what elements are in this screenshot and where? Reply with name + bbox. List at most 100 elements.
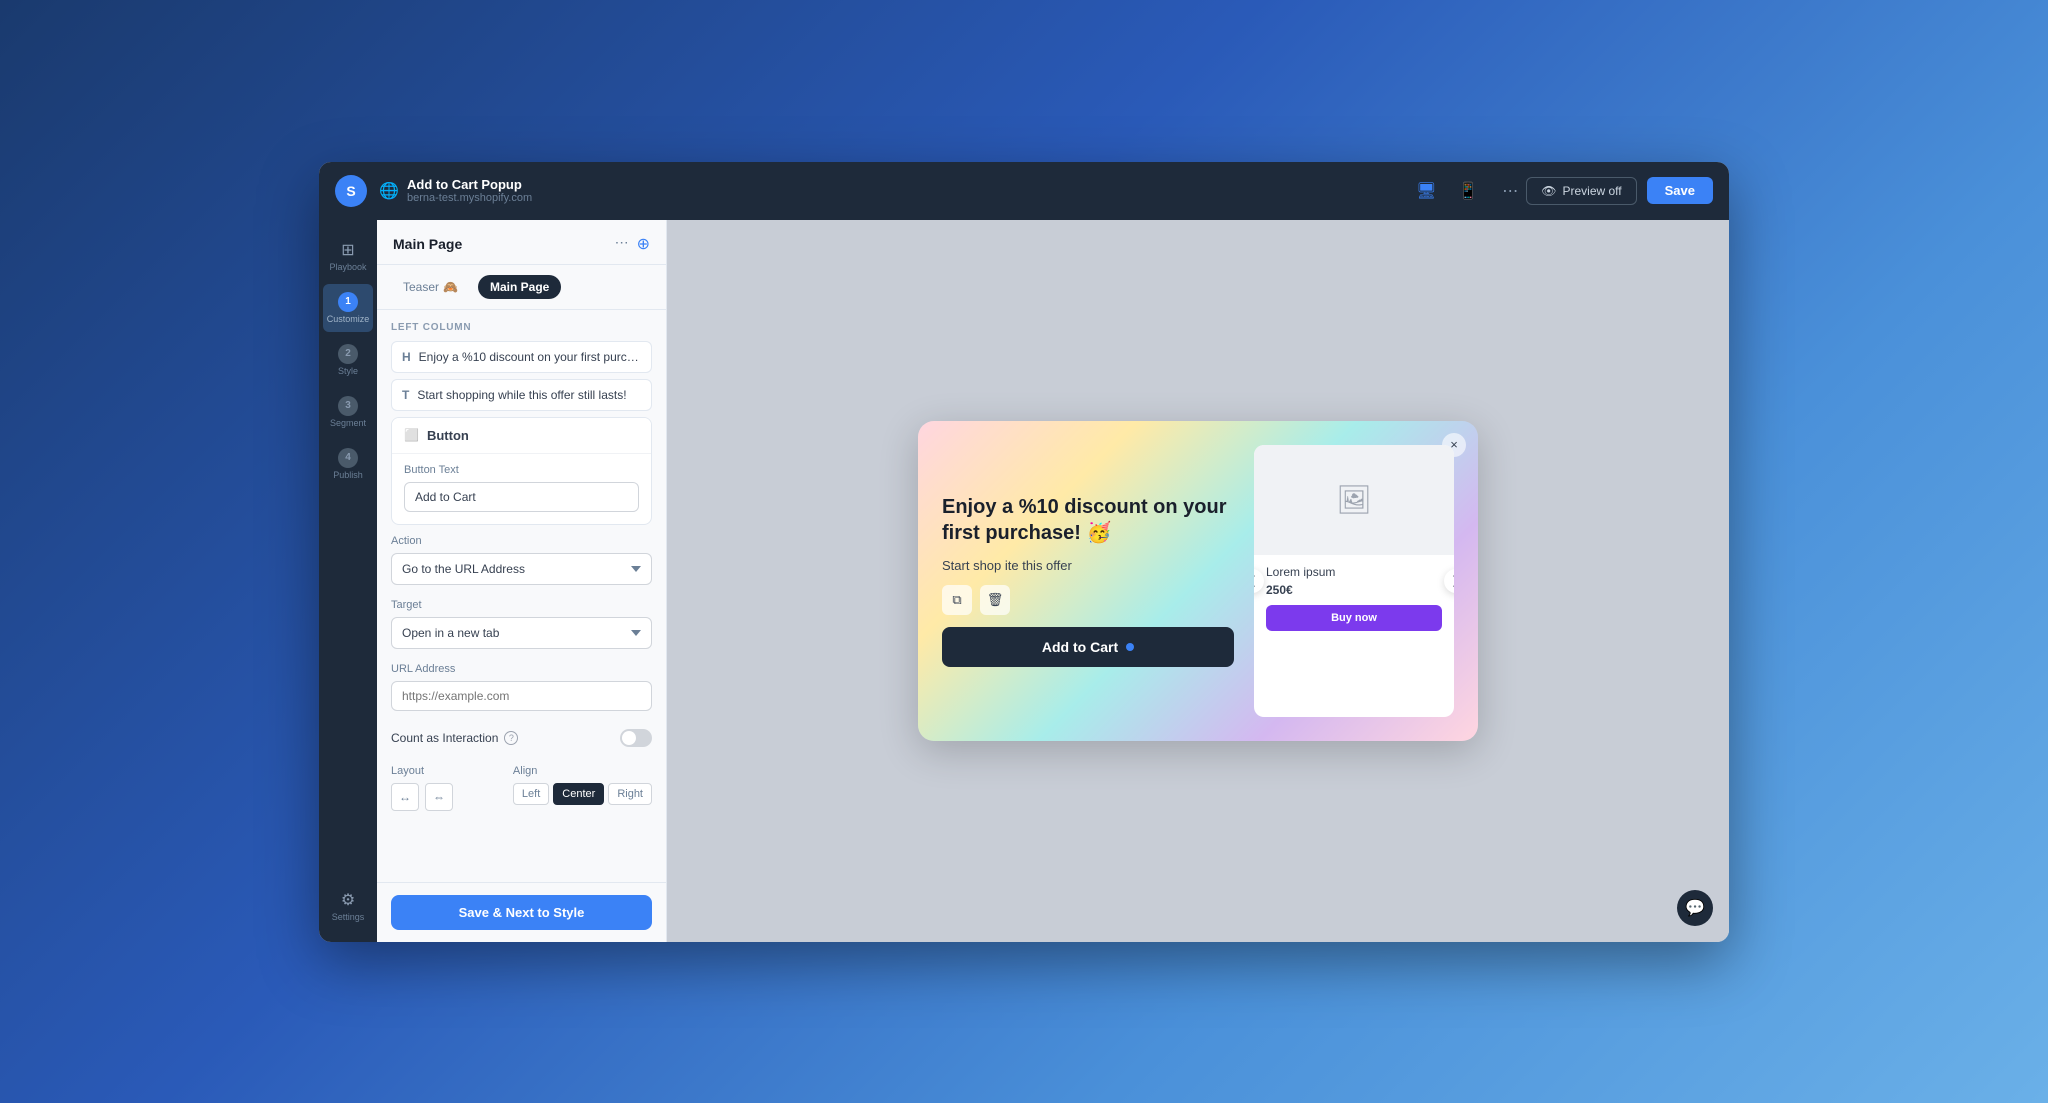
popup-right: ❮ ❯ 🖼 Lorem ipsum 250€ Buy now bbox=[1254, 445, 1454, 717]
page-title: Add to Cart Popup bbox=[407, 177, 1410, 192]
app-logo: S bbox=[335, 175, 367, 207]
sidebar-menu-icon[interactable]: ⋯ bbox=[615, 234, 629, 254]
align-label: Align bbox=[513, 765, 652, 777]
page-subtitle: berna-test.myshopify.com bbox=[407, 192, 1410, 204]
product-name: Lorem ipsum bbox=[1266, 565, 1442, 579]
heading-text: Enjoy a %10 discount on your first purch… bbox=[419, 350, 641, 364]
popup-left: Enjoy a %10 discount on your first purch… bbox=[942, 445, 1234, 717]
layout-align-row: Layout ↔ ⇔ Align Left Center Right bbox=[391, 765, 652, 811]
left-nav: ⊞ Playbook 1 Customize 2 Style 3 Segment… bbox=[319, 220, 377, 942]
target-dropdown[interactable]: Open in a new tab bbox=[391, 617, 652, 649]
product-price: 250€ bbox=[1266, 583, 1442, 597]
popup-button-row: Add to Cart bbox=[942, 627, 1234, 667]
layout-section: Layout ↔ ⇔ bbox=[391, 765, 497, 811]
layout-narrow-btn[interactable]: ↔ bbox=[391, 783, 419, 811]
eye-off-icon: 🙈 bbox=[443, 280, 458, 294]
action-label: Action bbox=[391, 535, 652, 547]
url-input[interactable] bbox=[391, 681, 652, 711]
help-icon[interactable]: ? bbox=[504, 731, 518, 745]
image-placeholder-icon: 🖼 bbox=[1336, 483, 1372, 516]
header-title-block: Add to Cart Popup berna-test.myshopify.c… bbox=[407, 177, 1410, 204]
chat-icon: 💬 bbox=[1685, 898, 1705, 918]
sidebar-panel: Main Page ⋯ ⊕ Teaser 🙈 Main Page LEFT CO… bbox=[377, 220, 667, 942]
nav-bottom: ⚙ Settings bbox=[323, 882, 373, 930]
button-card-title: Button bbox=[427, 428, 469, 443]
preview-toggle-btn[interactable]: 👁 Preview off bbox=[1526, 177, 1636, 205]
sidebar-title: Main Page bbox=[393, 236, 462, 252]
device-switcher: 🖥 📱 ⋯ bbox=[1410, 175, 1526, 207]
target-section: Target Open in a new tab bbox=[391, 599, 652, 649]
popup-subtext: Start shop ite this offer bbox=[942, 558, 1234, 573]
count-interaction-row: Count as Interaction ? bbox=[391, 725, 652, 751]
button-text-input[interactable] bbox=[404, 482, 639, 512]
app-window: S 🌐 Add to Cart Popup berna-test.myshopi… bbox=[319, 162, 1729, 942]
sidebar-header-actions: ⋯ ⊕ bbox=[615, 234, 650, 254]
nav-item-segment[interactable]: 3 Segment bbox=[323, 388, 373, 436]
header: S 🌐 Add to Cart Popup berna-test.myshopi… bbox=[319, 162, 1729, 220]
tab-main-page[interactable]: Main Page bbox=[478, 275, 561, 299]
align-section: Align Left Center Right bbox=[513, 765, 652, 811]
button-card-header[interactable]: ⬜ Button bbox=[392, 418, 651, 453]
count-interaction-label: Count as Interaction ? bbox=[391, 731, 518, 745]
target-label: Target bbox=[391, 599, 652, 611]
nav-item-settings[interactable]: ⚙ Settings bbox=[323, 882, 373, 930]
popup-cta-btn[interactable]: Add to Cart bbox=[942, 627, 1234, 667]
layout-label: Layout bbox=[391, 765, 497, 777]
sidebar-footer: Save & Next to Style bbox=[377, 882, 666, 942]
layout-icons: ↔ ⇔ bbox=[391, 783, 497, 811]
more-options-btn[interactable]: ⋯ bbox=[1494, 175, 1526, 207]
product-buy-btn[interactable]: Buy now bbox=[1266, 605, 1442, 631]
product-card: ❮ ❯ 🖼 Lorem ipsum 250€ Buy now bbox=[1254, 445, 1454, 717]
chat-support-btn[interactable]: 💬 bbox=[1677, 890, 1713, 926]
nav-item-style[interactable]: 2 Style bbox=[323, 336, 373, 384]
save-next-btn[interactable]: Save & Next to Style bbox=[391, 895, 652, 930]
button-text-label: Button Text bbox=[404, 464, 639, 476]
action-dropdown[interactable]: Go to the URL Address bbox=[391, 553, 652, 585]
sidebar-tabs: Teaser 🙈 Main Page bbox=[377, 265, 666, 310]
text-content: Start shopping while this offer still la… bbox=[417, 388, 641, 402]
align-buttons: Left Center Right bbox=[513, 783, 652, 805]
heading-type-icon: H bbox=[402, 350, 411, 364]
align-right-btn[interactable]: Right bbox=[608, 783, 652, 805]
heading-item[interactable]: H Enjoy a %10 discount on your first pur… bbox=[391, 341, 652, 373]
nav-item-customize[interactable]: 1 Customize bbox=[323, 284, 373, 332]
main-content: ⊞ Playbook 1 Customize 2 Style 3 Segment… bbox=[319, 220, 1729, 942]
url-label: URL Address bbox=[391, 663, 652, 675]
count-interaction-section: Count as Interaction ? bbox=[391, 725, 652, 751]
sidebar-header: Main Page ⋯ ⊕ bbox=[377, 220, 666, 265]
cta-dot bbox=[1126, 643, 1134, 651]
text-type-icon: T bbox=[402, 388, 409, 402]
popup-preview: × Enjoy a %10 discount on your first pur… bbox=[918, 421, 1478, 741]
popup-action-icons: ⧉ 🗑 bbox=[942, 585, 1234, 615]
popup-delete-icon[interactable]: 🗑 bbox=[980, 585, 1010, 615]
text-item[interactable]: T Start shopping while this offer still … bbox=[391, 379, 652, 411]
globe-icon: 🌐 bbox=[379, 181, 399, 201]
nav-item-publish[interactable]: 4 Publish bbox=[323, 440, 373, 488]
url-section: URL Address bbox=[391, 663, 652, 711]
button-type-icon: ⬜ bbox=[404, 428, 419, 442]
count-interaction-toggle[interactable] bbox=[620, 729, 652, 747]
settings-icon: ⚙ bbox=[341, 890, 355, 910]
tab-teaser[interactable]: Teaser 🙈 bbox=[391, 275, 470, 299]
desktop-device-btn[interactable]: 🖥 bbox=[1410, 175, 1442, 207]
popup-duplicate-icon[interactable]: ⧉ bbox=[942, 585, 972, 615]
section-label-left-column: LEFT COLUMN bbox=[391, 322, 652, 333]
mobile-device-btn[interactable]: 📱 bbox=[1452, 175, 1484, 207]
layout-wide-btn[interactable]: ⇔ bbox=[425, 783, 453, 811]
canvas-area: × Enjoy a %10 discount on your first pur… bbox=[667, 220, 1729, 942]
playbook-icon: ⊞ bbox=[341, 240, 354, 260]
button-card-body: Button Text bbox=[392, 453, 651, 524]
align-center-btn[interactable]: Center bbox=[553, 783, 604, 805]
product-info: Lorem ipsum 250€ Buy now bbox=[1254, 555, 1454, 717]
product-image: 🖼 bbox=[1254, 445, 1454, 555]
button-card: ⬜ Button Button Text bbox=[391, 417, 652, 525]
align-left-btn[interactable]: Left bbox=[513, 783, 549, 805]
action-section: Action Go to the URL Address bbox=[391, 535, 652, 585]
save-btn[interactable]: Save bbox=[1647, 177, 1713, 204]
popup-heading: Enjoy a %10 discount on your first purch… bbox=[942, 494, 1234, 546]
sidebar-content: LEFT COLUMN H Enjoy a %10 discount on yo… bbox=[377, 310, 666, 882]
header-actions: 👁 Preview off Save bbox=[1526, 177, 1713, 205]
nav-item-playbook[interactable]: ⊞ Playbook bbox=[323, 232, 373, 280]
sidebar-add-icon[interactable]: ⊕ bbox=[637, 234, 650, 254]
eye-icon: 👁 bbox=[1541, 184, 1556, 198]
